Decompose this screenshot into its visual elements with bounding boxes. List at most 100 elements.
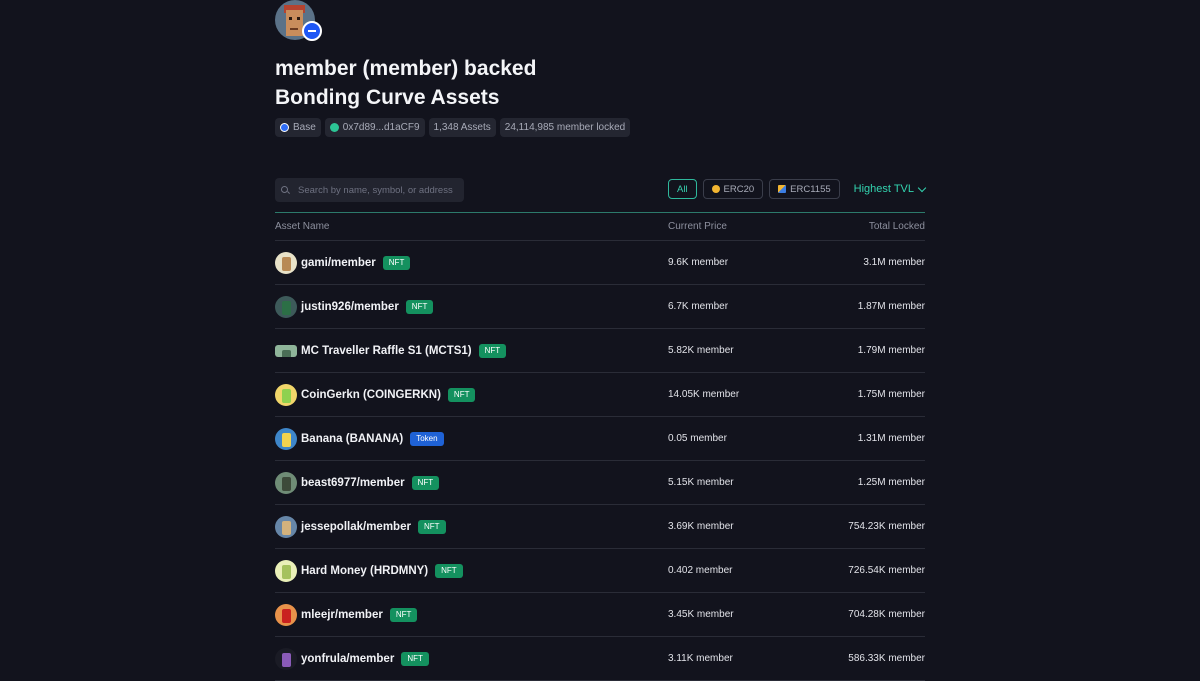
total-locked: 1.25M member — [857, 477, 925, 488]
chain-label: Base — [293, 122, 316, 133]
title-line-1: member (member) backed — [275, 57, 537, 80]
asset-avatar-icon — [275, 383, 297, 406]
table-row[interactable]: gami/member NFT 9.6K member 3.1M member — [275, 241, 925, 285]
asset-cell: justin926/member NFT — [275, 295, 668, 318]
table-row[interactable]: jessepollak/member NFT 3.69K member 754.… — [275, 505, 925, 549]
filter-all-button[interactable]: All — [667, 179, 697, 199]
column-header-total-locked[interactable]: Total Locked — [818, 221, 925, 232]
erc1155-icon — [778, 185, 787, 193]
asset-avatar-icon — [275, 295, 297, 318]
erc1155-label: ERC1155 — [790, 183, 831, 195]
filter-erc20-button[interactable]: ERC20 — [702, 179, 764, 199]
asset-type-badge: NFT — [435, 563, 463, 578]
current-price: 3.45K member — [668, 609, 734, 620]
table-row[interactable]: Hard Money (HRDMNY) NFT 0.402 member 726… — [275, 549, 925, 593]
total-locked: 586.33K member — [848, 653, 925, 664]
base-chain-icon — [302, 21, 322, 41]
address-chip[interactable]: 0x7d89...d1aCF9 — [324, 118, 425, 137]
asset-cell: CoinGerkn (COINGERKN) NFT — [275, 383, 668, 406]
asset-avatar-icon — [275, 603, 297, 626]
title-line-2: Bonding Curve Assets — [275, 86, 500, 109]
asset-name[interactable]: MC Traveller Raffle S1 (MCTS1) — [301, 345, 472, 357]
table-row[interactable]: beast6977/member NFT 5.15K member 1.25M … — [275, 461, 925, 505]
table-row[interactable]: MC Traveller Raffle S1 (MCTS1) NFT 5.82K… — [275, 329, 925, 373]
asset-name[interactable]: CoinGerkn (COINGERKN) — [301, 389, 441, 401]
base-icon — [280, 123, 289, 132]
asset-type-badge: NFT — [478, 343, 507, 358]
asset-name[interactable]: justin926/member — [301, 301, 399, 313]
asset-cell: mleejr/member NFT — [275, 603, 668, 626]
asset-name[interactable]: yonfrula/member — [301, 653, 394, 665]
asset-avatar-icon — [275, 427, 297, 450]
chain-chip[interactable]: Base — [275, 118, 321, 137]
chevron-down-icon — [917, 183, 927, 192]
current-price: 3.69K member — [668, 521, 734, 532]
current-price: 5.82K member — [668, 345, 734, 356]
table-row[interactable]: Banana (BANANA) Token 0.05 member 1.31M … — [275, 417, 925, 461]
asset-avatar-icon — [275, 515, 297, 538]
current-price: 3.11K member — [668, 653, 733, 664]
asset-type-badge: NFT — [411, 475, 440, 490]
search-input[interactable] — [296, 183, 464, 197]
assets-table: Asset Name Current Price Total Locked ga… — [275, 212, 925, 681]
info-chips: Base 0x7d89...d1aCF9 1,348 Assets 24,114… — [275, 118, 631, 137]
column-header-asset-name[interactable]: Asset Name — [275, 221, 668, 232]
asset-name[interactable]: beast6977/member — [301, 477, 405, 489]
table-row[interactable]: mleejr/member NFT 3.45K member 704.28K m… — [275, 593, 925, 637]
total-locked: 1.31M member — [857, 433, 925, 444]
table-row[interactable]: CoinGerkn (COINGERKN) NFT 14.05K member … — [275, 373, 925, 417]
page-title: member (member) backed Bonding Curve Ass… — [275, 54, 536, 112]
asset-type-badge: NFT — [405, 299, 434, 314]
asset-cell: gami/member NFT — [275, 251, 668, 274]
filter-erc1155-button[interactable]: ERC1155 — [769, 179, 840, 199]
asset-avatar-icon — [275, 647, 297, 670]
assets-count-chip: 1,348 Assets — [428, 118, 496, 137]
asset-avatar-icon — [275, 559, 297, 582]
asset-cell: MC Traveller Raffle S1 (MCTS1) NFT — [275, 343, 668, 358]
current-price: 0.05 member — [668, 433, 727, 444]
asset-type-badge: NFT — [447, 387, 476, 402]
address-label: 0x7d89...d1aCF9 — [342, 122, 420, 133]
total-locked: 3.1M member — [863, 257, 925, 268]
filter-bar: All ERC20 ERC1155 Highest TVL — [667, 179, 927, 199]
search-icon — [281, 185, 290, 195]
current-price: 0.402 member — [668, 565, 733, 576]
table-body: gami/member NFT 9.6K member 3.1M member … — [275, 241, 925, 681]
table-header: Asset Name Current Price Total Locked — [275, 212, 925, 241]
locked-total-label: 24,114,985 member locked — [504, 122, 626, 133]
column-header-current-price[interactable]: Current Price — [668, 221, 818, 232]
table-row[interactable]: yonfrula/member NFT 3.11K member 586.33K… — [275, 637, 925, 681]
total-locked: 704.28K member — [848, 609, 925, 620]
search-box[interactable] — [275, 178, 464, 202]
assets-count-label: 1,348 Assets — [433, 122, 491, 133]
wallet-icon — [329, 123, 339, 132]
asset-avatar-icon — [275, 251, 297, 274]
asset-name[interactable]: Banana (BANANA) — [301, 433, 403, 445]
asset-type-badge: NFT — [389, 607, 418, 622]
total-locked: 726.54K member — [848, 565, 925, 576]
asset-name[interactable]: jessepollak/member — [301, 521, 411, 533]
current-price: 5.15K member — [668, 477, 734, 488]
asset-cell: Banana (BANANA) Token — [275, 427, 668, 450]
asset-type-badge: NFT — [417, 519, 446, 534]
total-locked: 1.79M member — [857, 345, 925, 356]
total-locked: 754.23K member — [848, 521, 925, 532]
asset-avatar-icon — [275, 471, 297, 494]
locked-total-chip: 24,114,985 member locked — [499, 118, 631, 137]
asset-cell: Hard Money (HRDMNY) NFT — [275, 559, 668, 582]
asset-type-badge: Token — [410, 431, 444, 446]
total-locked: 1.75M member — [857, 389, 925, 400]
current-price: 14.05K member — [668, 389, 740, 400]
erc20-icon — [711, 185, 720, 193]
sort-label: Highest TVL — [853, 183, 914, 195]
asset-cell: yonfrula/member NFT — [275, 647, 668, 670]
sort-dropdown[interactable]: Highest TVL — [853, 183, 927, 195]
total-locked: 1.87M member — [857, 301, 925, 312]
current-price: 6.7K member — [668, 301, 729, 312]
asset-name[interactable]: mleejr/member — [301, 609, 383, 621]
asset-cell: beast6977/member NFT — [275, 471, 668, 494]
asset-name[interactable]: gami/member — [301, 257, 376, 269]
asset-name[interactable]: Hard Money (HRDMNY) — [301, 565, 428, 577]
table-row[interactable]: justin926/member NFT 6.7K member 1.87M m… — [275, 285, 925, 329]
asset-type-badge: NFT — [401, 651, 429, 666]
